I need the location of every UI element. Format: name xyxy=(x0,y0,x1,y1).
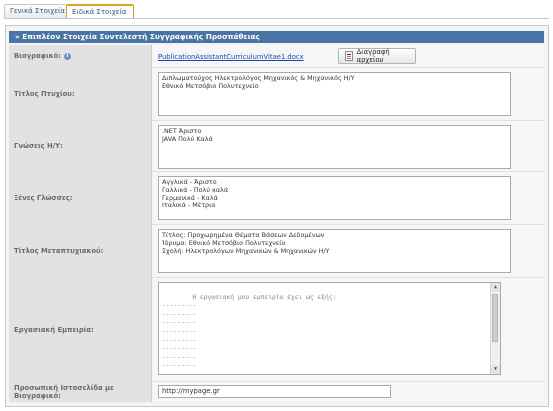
tab-divider xyxy=(4,18,549,19)
it-skills-textarea[interactable]: .NET Άριστο JAVA Πολύ Καλά xyxy=(158,125,511,169)
experience-text: Η εργασιακή μου εμπειρία έχει ως εξής: -… xyxy=(162,293,337,375)
experience-label: Εργασιακή Εμπειρία: xyxy=(9,278,152,381)
homepage-input[interactable]: http://mypage.gr xyxy=(158,385,391,398)
info-icon[interactable]: i xyxy=(63,52,71,60)
postgrad-textarea[interactable]: Τίτλος: Προχωρημένα Θέματα Βάσεων Δεδομέ… xyxy=(158,229,511,273)
experience-textarea[interactable]: Η εργασιακή μου εμπειρία έχει ως εξής: -… xyxy=(158,282,501,375)
document-icon xyxy=(345,51,353,61)
cv-label-cell: Βιογραφικό: i xyxy=(9,45,152,67)
languages-label: Ξένες Γλώσσες: xyxy=(9,172,152,224)
homepage-row: Προσωπική Ιστοσελίδα με Βιογραφικό: http… xyxy=(9,382,544,402)
tab-special-info[interactable]: Ειδικά Στοιχεία xyxy=(66,4,134,19)
experience-value-cell: Η εργασιακή μου εμπειρία έχει ως εξής: -… xyxy=(153,278,544,381)
degree-row: Τίτλος Πτυχίου: Διπλωματούχος Ηλεκτρολόγ… xyxy=(9,68,544,121)
postgrad-value-cell: Τίτλος: Προχωρημένα Θέματα Βάσεων Δεδομέ… xyxy=(153,225,544,277)
delete-file-button[interactable]: Διαγραφή αρχείου xyxy=(338,48,416,64)
tab-general-info[interactable]: Γενικά Στοιχεία xyxy=(4,4,70,18)
experience-row: Εργασιακή Εμπειρία: Η εργασιακή μου εμπε… xyxy=(9,278,544,382)
homepage-label: Προσωπική Ιστοσελίδα με Βιογραφικό: xyxy=(9,382,152,402)
postgrad-label: Τίτλος Μεταπτυχιακού: xyxy=(9,225,152,277)
section-header: » Επιπλέον Στοιχεία Συντελεστή Συγγραφικ… xyxy=(9,31,544,43)
it-skills-row: Γνώσεις Η/Υ: .NET Άριστο JAVA Πολύ Καλά xyxy=(9,121,544,172)
cv-value-cell: PublicationAssistantCurriculumVitae1.doc… xyxy=(153,45,544,67)
degree-textarea[interactable]: Διπλωματούχος Ηλεκτρολόγος Μηχανικός & Μ… xyxy=(158,72,511,116)
scroll-thumb[interactable] xyxy=(492,294,498,342)
it-skills-value-cell: .NET Άριστο JAVA Πολύ Καλά xyxy=(153,121,544,171)
it-skills-label: Γνώσεις Η/Υ: xyxy=(9,121,152,171)
delete-file-label: Διαγραφή αρχείου xyxy=(356,48,390,64)
cv-row: Βιογραφικό: i PublicationAssistantCurric… xyxy=(9,45,544,68)
cv-file-link[interactable]: PublicationAssistantCurriculumVitae1.doc… xyxy=(158,53,304,61)
form-panel: » Επιπλέον Στοιχεία Συντελεστή Συγγραφικ… xyxy=(5,25,549,407)
languages-row: Ξένες Γλώσσες: Αγγλικά - Άριστο Γαλλικά … xyxy=(9,172,544,225)
languages-value-cell: Αγγλικά - Άριστο Γαλλικά - Πολύ καλά Γερ… xyxy=(153,172,544,224)
scroll-down-icon[interactable]: ▼ xyxy=(491,365,500,374)
degree-value-cell: Διπλωματούχος Ηλεκτρολόγος Μηχανικός & Μ… xyxy=(153,68,544,120)
scroll-up-icon[interactable]: ▲ xyxy=(491,283,500,292)
experience-scrollbar[interactable]: ▲ ▼ xyxy=(490,283,500,374)
cv-label: Βιογραφικό: xyxy=(14,52,61,60)
degree-label: Τίτλος Πτυχίου: xyxy=(9,68,152,120)
languages-textarea[interactable]: Αγγλικά - Άριστο Γαλλικά - Πολύ καλά Γερ… xyxy=(158,176,511,220)
homepage-value-cell: http://mypage.gr xyxy=(153,382,544,402)
postgrad-row: Τίτλος Μεταπτυχιακού: Τίτλος: Προχωρημέν… xyxy=(9,225,544,278)
